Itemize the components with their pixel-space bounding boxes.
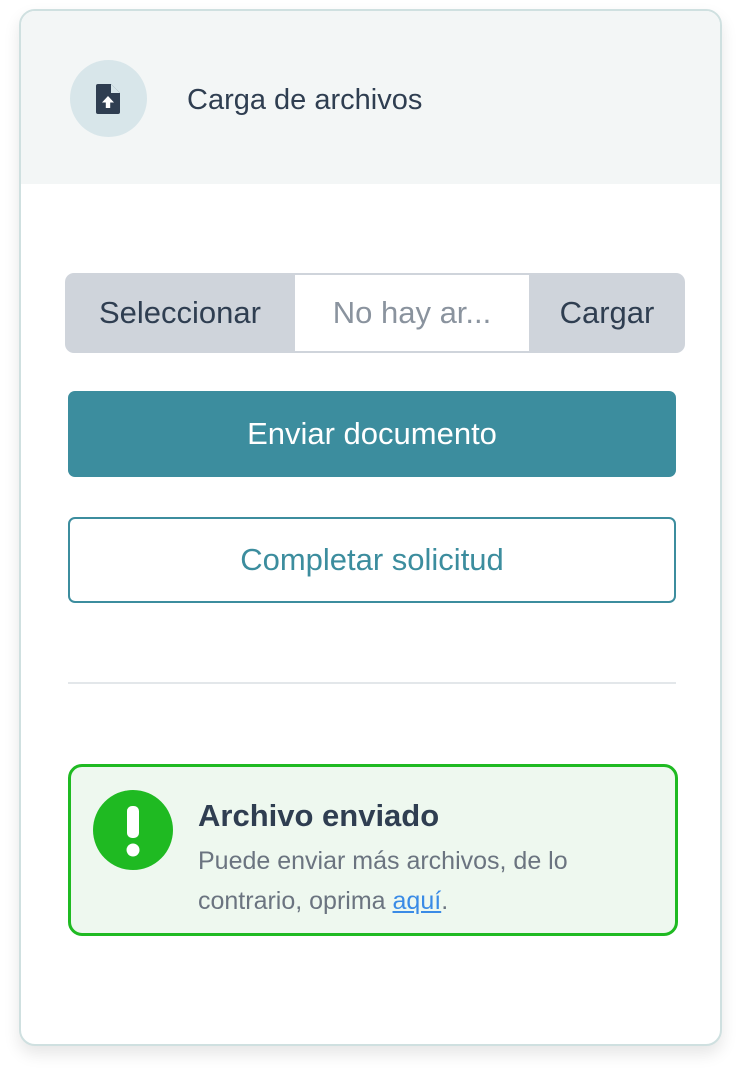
upload-button[interactable]: Cargar <box>529 273 685 353</box>
exclamation-icon <box>93 790 173 870</box>
select-file-button[interactable]: Seleccionar <box>65 273 295 353</box>
success-alert: Archivo enviado Puede enviar más archivo… <box>68 764 678 936</box>
card-header: Carga de archivos <box>21 11 720 184</box>
alert-body-text: Puede enviar más archivos, de lo contrar… <box>198 847 568 915</box>
file-upload-icon <box>70 60 147 137</box>
upload-card: Carga de archivos Seleccionar No hay ar.… <box>19 9 722 1046</box>
alert-message: Puede enviar más archivos, de lo contrar… <box>198 841 638 921</box>
send-document-button[interactable]: Enviar documento <box>68 391 676 477</box>
file-name-field[interactable]: No hay ar... <box>295 275 529 351</box>
alert-body-end: . <box>441 887 449 915</box>
alert-title: Archivo enviado <box>198 798 440 833</box>
complete-request-button[interactable]: Completar solicitud <box>68 517 676 603</box>
divider <box>68 682 676 684</box>
file-input-group: Seleccionar No hay ar... Cargar <box>65 273 685 353</box>
here-link[interactable]: aquí <box>393 887 442 915</box>
card-title: Carga de archivos <box>187 84 423 116</box>
